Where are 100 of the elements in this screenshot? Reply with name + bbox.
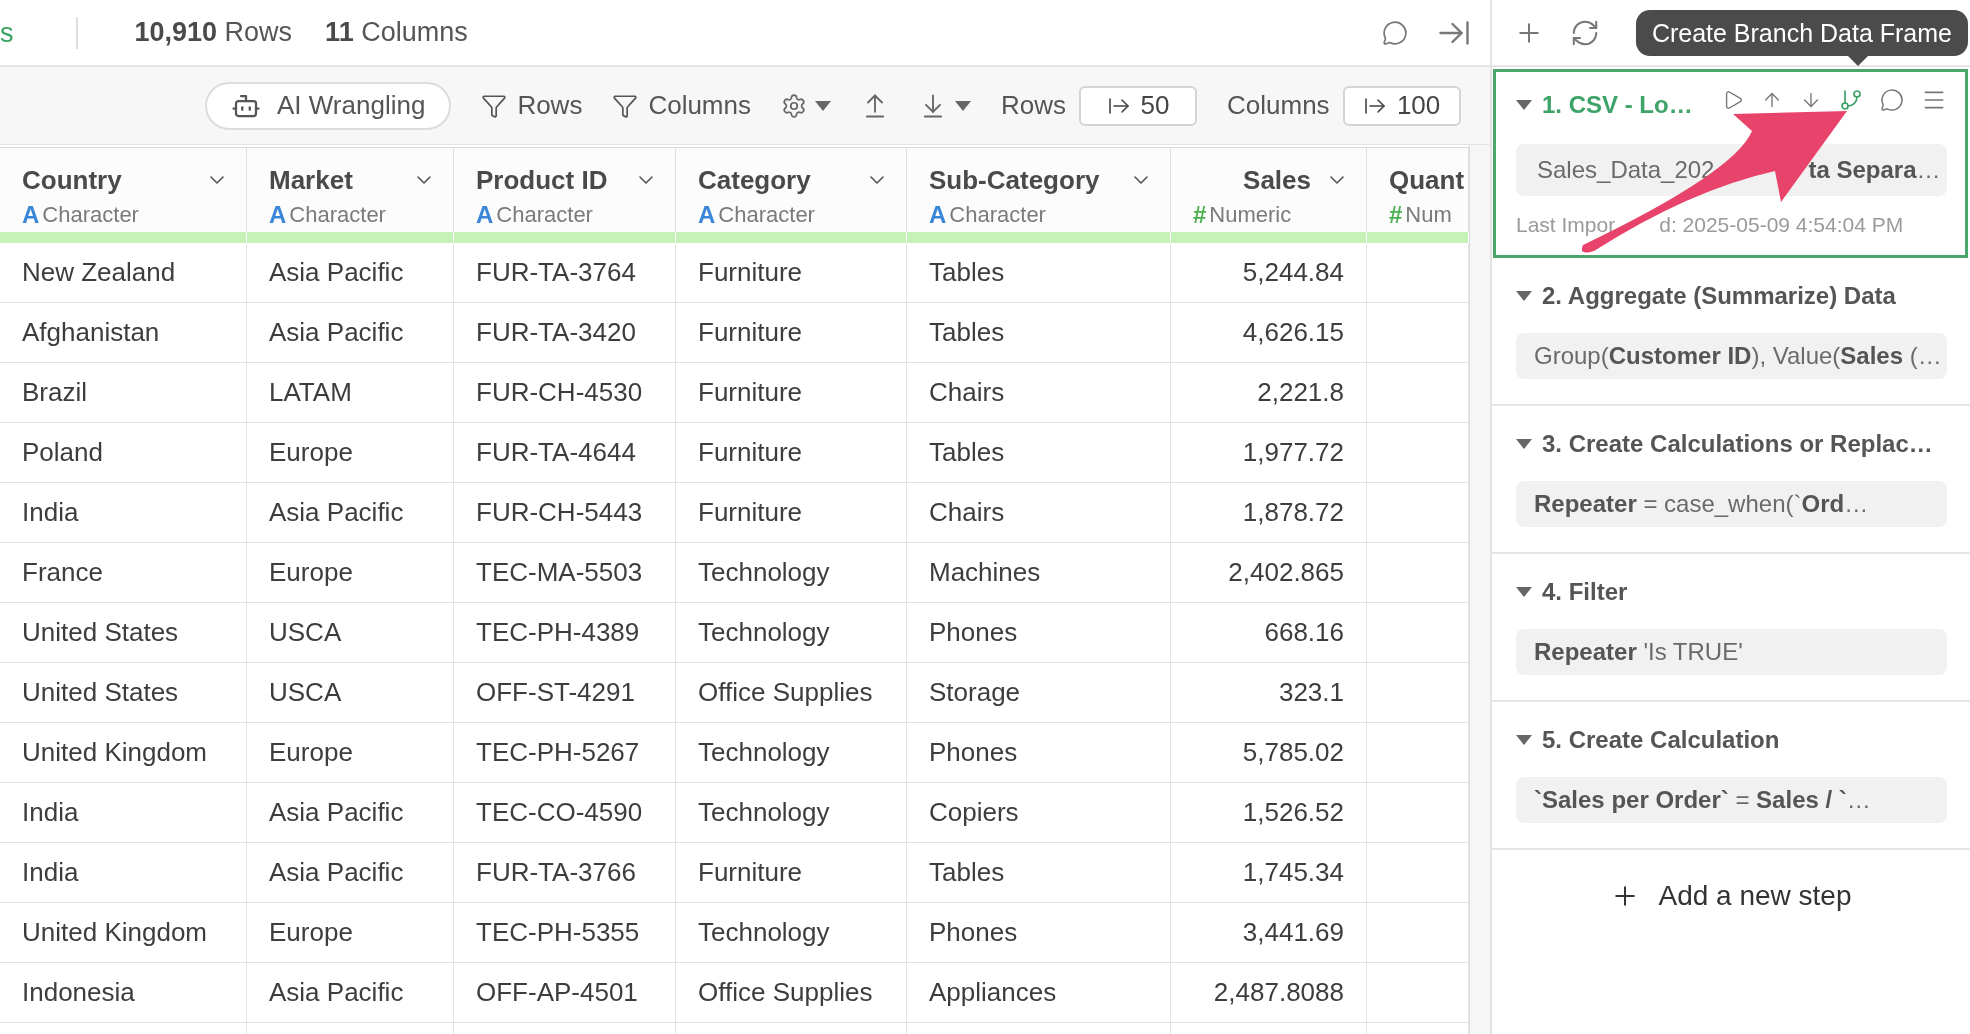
table-cell: FUR-CH-5443 [454,483,676,542]
table-cell: Chairs [907,363,1171,422]
table-cell: Poland [0,423,247,482]
column-name: Category [698,164,811,196]
table-cell: 668.16 [1171,603,1367,662]
speech-bubble-icon[interactable] [1382,19,1408,46]
import-time-text: Last Impor [1516,213,1616,237]
type-symbol: A [929,201,947,229]
table-cell: TEC-PH-4389 [454,603,676,662]
table-cell: United Kingdom [0,723,247,782]
table-cell: Asia Pacific [247,783,454,842]
column-count-text: 11 Columns [325,17,468,48]
table-cell: Furniture [676,423,907,482]
caret-down-icon[interactable] [1516,291,1532,301]
table-cell: FUR-CH-4530 [454,363,676,422]
step-title[interactable]: 4. Filter [1542,578,1628,606]
columns-limit-field[interactable]: 100 [1342,85,1461,126]
add-step-button[interactable]: Add a new step [1610,880,1852,912]
table-cell: FUR-TA-3764 [454,243,676,302]
caret-down-icon[interactable] [1516,735,1532,745]
settings-icon[interactable] [781,92,807,119]
step-card[interactable]: 5. Create Calculation `Sales per Order` = Sales / `… [1492,702,1970,850]
type-label: Character [949,202,1046,228]
table-cell: Furniture [676,243,907,302]
step-card[interactable]: 3. Create Calculations or Replac… Repeater = case_when(`Ord… [1492,406,1970,554]
column-name: Country [22,164,122,196]
speech-bubble-icon[interactable] [1880,88,1904,112]
table-cell: TEC-CO-4590 [454,783,676,842]
caret-down-icon[interactable] [815,100,831,111]
table-cell: Tables [907,303,1171,362]
table-cell: Office Supplies [676,663,907,722]
type-label: Numeric [1209,202,1292,228]
table-cell: TEC-PH-5355 [454,903,676,962]
table-cell: Asia Pacific [247,843,454,902]
column-name: Product ID [476,164,608,196]
type-symbol: A [476,201,494,229]
column-name: Market [269,164,353,196]
rows-limit-label: Rows [1001,90,1066,121]
table-cell: Furniture [676,843,907,902]
step-card[interactable]: 2. Aggregate (Summarize) Data Group(Customer ID), Value(Sales (… [1492,258,1970,406]
table-cell: Appliances [907,963,1171,1022]
table-cell: Europe [247,543,454,602]
branch-icon[interactable] [1839,88,1863,112]
table-cell: Technology [676,783,907,842]
table-cell: Tables [907,423,1171,482]
table-cell: Asia Pacific [247,243,454,302]
caret-down-icon[interactable] [1516,100,1532,110]
caret-down-icon[interactable] [955,100,971,111]
table-cell: Asia Pacific [247,303,454,362]
summary-text: Group(Customer ID), Value(Sales (… [1534,342,1942,370]
column-name: Quant [1389,164,1465,196]
rows-limit-field[interactable]: 50 [1079,85,1197,126]
type-label: Num [1405,202,1452,228]
table-cell: France [0,543,247,602]
table-cell: United States [0,663,247,722]
table-cell: LATAM [247,363,454,422]
table-cell: Asia Pacific [247,963,454,1022]
type-label: Character [496,202,593,228]
import-time-text: d: 2025-05-09 4:54:04 PM [1659,213,1904,237]
table-cell: OFF-AP-4501 [454,963,676,1022]
type-label: Character [718,202,815,228]
table-cell: TEC-PH-5267 [454,723,676,782]
step-title[interactable]: 5. Create Calculation [1542,726,1780,754]
table-cell: Furniture [676,303,907,362]
table-cell: FUR-TA-4644 [454,423,676,482]
caret-down-icon[interactable] [1516,439,1532,449]
table-cell: Chairs [907,483,1171,542]
summary-text: Repeater = case_when(`Ord… [1534,490,1869,518]
tooltip-pointer-icon [1848,56,1868,66]
caret-down-icon[interactable] [1516,587,1532,597]
table-cell: New Zealand [0,243,247,302]
table-cell: Furniture [676,363,907,422]
table-cell: 1,526.52 [1171,783,1367,842]
step-title[interactable]: 3. Create Calculations or Replac… [1542,430,1933,458]
table-cell: USCA [247,603,454,662]
table-cell: 1,745.34 [1171,843,1367,902]
table-cell: Europe [247,903,454,962]
summary-text: `Sales per Order` = Sales / `… [1534,786,1871,814]
columns-limit-label: Columns [1227,90,1330,121]
table-cell: Technology [676,603,907,662]
table-cell: Tables [907,843,1171,902]
table-cell: 323.1 [1171,663,1367,722]
table-cell: Storage [907,663,1171,722]
table-cell: FUR-TA-3766 [454,843,676,902]
table-cell: Afghanistan [0,303,247,362]
table-cell: Asia Pacific [247,483,454,542]
tooltip: Create Branch Data Frame [1635,10,1968,56]
ai-wrangling-button[interactable]: AI Wrangling [205,81,452,130]
table-cell: Europe [247,723,454,782]
type-label: Character [289,202,386,228]
table-cell: Europe [247,423,454,482]
table-cell: United States [0,603,247,662]
row-filter-button[interactable]: Rows [481,90,583,121]
column-filter-button[interactable]: Columns [612,90,751,121]
step-title[interactable]: 2. Aggregate (Summarize) Data [1542,282,1896,310]
type-symbol: # [1389,201,1403,229]
table-cell: OFF-ST-4291 [454,663,676,722]
table-cell: 1,977.72 [1171,423,1367,482]
summary-text: Repeater 'Is TRUE' [1534,638,1743,666]
step-card[interactable]: 4. Filter Repeater 'Is TRUE' [1492,554,1970,702]
